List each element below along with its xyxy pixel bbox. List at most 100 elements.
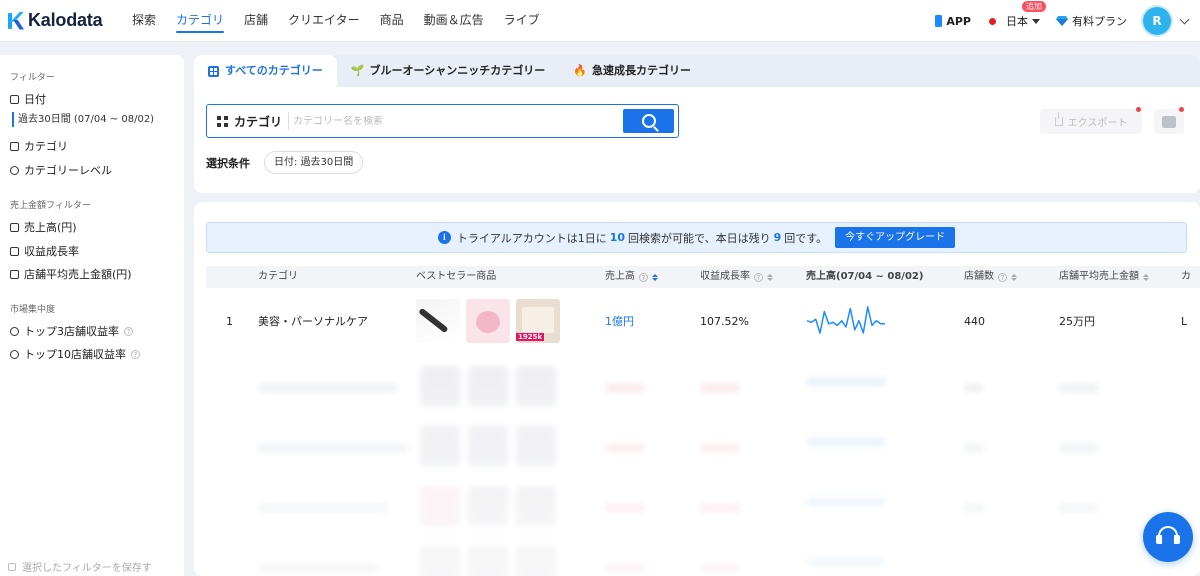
yen-icon [10, 222, 19, 232]
column-header-sales[interactable]: 売上高 ? [605, 266, 658, 288]
phone-icon [935, 15, 943, 27]
tab-fast-growth-label: 急速成長カテゴリー [591, 64, 691, 77]
tab-all-categories[interactable]: すべてのカテゴリー [194, 55, 337, 87]
sparkline-chart [806, 306, 885, 334]
plan-badge: 追加 [1022, 1, 1046, 12]
save-filter-label: 選択したフィルターを保存す [22, 563, 152, 574]
paid-plan-button[interactable]: 追加 有料プラン [1022, 1, 1127, 29]
nav-item-video-ads[interactable]: 動画＆広告 [414, 0, 494, 42]
app-label: APP [946, 14, 971, 28]
main-nav: 探索 カテゴリ 店舗 クリエイター 商品 動画＆広告 ライブ [122, 0, 550, 42]
trial-text-middle: 回検索が可能で、本日は残り [628, 231, 771, 245]
column-header-growth[interactable]: 収益成長率 ? [700, 266, 773, 288]
brand-name: Kalodata [28, 10, 103, 30]
filter-top10-label: トップ10店舗収益率 [24, 348, 126, 361]
sort-icon[interactable] [1143, 273, 1149, 281]
bar-chart-icon [10, 246, 19, 256]
filter-sales[interactable]: 売上高(円) [0, 216, 77, 238]
tab-fast-growth[interactable]: 🔥 急速成長カテゴリー [559, 55, 705, 87]
category-tabs: すべてのカテゴリー 🌱 ブルーオーシャンニッチカテゴリー 🔥 急速成長カテゴリー [194, 55, 1200, 87]
row-avg-sales: 25万円 [1059, 315, 1095, 328]
nav-item-category[interactable]: カテゴリ [166, 0, 234, 42]
filter-top10[interactable]: トップ10店舗収益率 ? [0, 343, 140, 365]
search-type-label: カテゴリ [234, 114, 283, 129]
sparkline-line [806, 306, 885, 334]
grid-icon [217, 115, 228, 127]
search-button[interactable] [623, 109, 674, 133]
sort-icon[interactable] [767, 273, 773, 281]
top10-icon [10, 349, 19, 359]
concentration-title: 市場集中度 [10, 305, 56, 315]
help-icon[interactable]: ? [754, 272, 763, 282]
nav-item-live[interactable]: ライブ [494, 0, 550, 42]
column-header-bestseller: ベストセラー商品 [416, 271, 497, 282]
help-icon[interactable]: ? [639, 272, 648, 282]
app-download-button[interactable]: APP [935, 15, 971, 28]
filter-sidebar: フィルター 日付 過去30日間 (07/04 ~ 08/02) カテゴリ カテゴ… [0, 55, 184, 576]
filter-top3[interactable]: トップ3店舗収益率 ? [0, 320, 133, 342]
help-icon[interactable]: ? [131, 349, 140, 359]
row-sales[interactable]: 1億円 [605, 291, 634, 351]
row-sales-trend[interactable] [806, 291, 886, 351]
upgrade-button[interactable]: 今すぐアップグレード [835, 227, 956, 248]
save-filter-button[interactable]: 選択したフィルターを保存す [8, 559, 152, 574]
sort-icon[interactable] [1011, 273, 1017, 281]
trial-banner: i トライアルアカウントは1日に 10 回検索が可能で、本日は残り 9 回です。… [206, 222, 1187, 253]
column-header-shops-label: 店舗数 [964, 271, 994, 282]
column-header-more: カ [1181, 271, 1191, 282]
headset-icon [1156, 526, 1180, 548]
product-badge: 1925k [516, 333, 545, 341]
column-header-sales-label: 売上高 [605, 271, 635, 282]
row-category-name[interactable]: 美容・パーソナルケア [258, 291, 368, 351]
search-icon [641, 114, 656, 128]
category-search-input[interactable] [289, 115, 623, 127]
user-avatar[interactable]: R [1143, 7, 1171, 35]
nav-item-creator[interactable]: クリエイター [278, 0, 370, 42]
customer-support-button[interactable] [1143, 512, 1193, 562]
brand-logo[interactable]: Kalodata [8, 10, 112, 31]
save-icon [8, 562, 16, 571]
grid-icon [208, 65, 219, 77]
filter-date[interactable]: 日付 [0, 88, 46, 110]
language-selector[interactable]: 日本 [989, 13, 1040, 29]
bestseller-products: 1925k [416, 291, 566, 351]
export-button[interactable]: エクスポート [1040, 107, 1142, 134]
filter-shop-avg-sales[interactable]: 店舗平均売上金額(円) [0, 263, 132, 285]
filter-category-level[interactable]: カテゴリーレベル [0, 159, 112, 181]
condition-chip-date[interactable]: 日付: 過去30日間 [264, 151, 364, 174]
clipboard-icon [1162, 115, 1176, 128]
export-history-button[interactable] [1154, 107, 1184, 134]
filter-growth-label: 収益成長率 [24, 245, 79, 258]
help-icon[interactable]: ? [124, 326, 133, 336]
search-panel: すべてのカテゴリー 🌱 ブルーオーシャンニッチカテゴリー 🔥 急速成長カテゴリー… [194, 55, 1200, 193]
sort-icon[interactable] [652, 273, 658, 281]
search-type-selector[interactable]: カテゴリ [207, 112, 290, 130]
tab-blue-ocean[interactable]: 🌱 ブルーオーシャンニッチカテゴリー [337, 55, 559, 87]
top-nav: Kalodata 探索 カテゴリ 店舗 クリエイター 商品 動画＆広告 ライブ … [0, 0, 1200, 42]
info-icon: i [437, 231, 451, 244]
plan-label: 有料プラン [1072, 15, 1127, 28]
filter-growth[interactable]: 収益成長率 [0, 240, 79, 262]
selected-conditions: 選択条件 日付: 過去30日間 [206, 151, 364, 174]
product-thumbnail[interactable] [416, 299, 460, 343]
diamond-icon [1056, 16, 1068, 26]
hierarchy-icon [10, 165, 19, 175]
column-header-shops[interactable]: 店舗数 ? [964, 266, 1017, 288]
column-header-avg-sales[interactable]: 店舗平均売上金額 [1059, 266, 1149, 288]
help-icon[interactable]: ? [998, 272, 1007, 282]
product-thumbnail[interactable] [466, 299, 510, 343]
fire-icon: 🔥 [573, 64, 587, 77]
filter-sales-label: 売上高(円) [24, 221, 77, 234]
nav-item-product[interactable]: 商品 [370, 0, 414, 42]
product-thumbnail[interactable]: 1925k [516, 299, 560, 343]
nav-item-shop[interactable]: 店舗 [234, 0, 278, 42]
filter-date-value[interactable]: 過去30日間 (07/04 ~ 08/02) [12, 112, 154, 127]
notification-dot [1136, 107, 1141, 112]
row-shops: 440 [964, 314, 985, 328]
table-row[interactable]: 1 美容・パーソナルケア 1925k 1億円 107.52% 440 25万円 … [206, 291, 1200, 351]
tab-all-categories-label: すべてのカテゴリー [225, 64, 323, 77]
filter-top3-label: トップ3店舗収益率 [24, 325, 119, 338]
filter-category[interactable]: カテゴリ [0, 135, 68, 157]
nav-item-explore[interactable]: 探索 [122, 0, 166, 42]
chevron-down-icon[interactable] [1179, 14, 1190, 24]
